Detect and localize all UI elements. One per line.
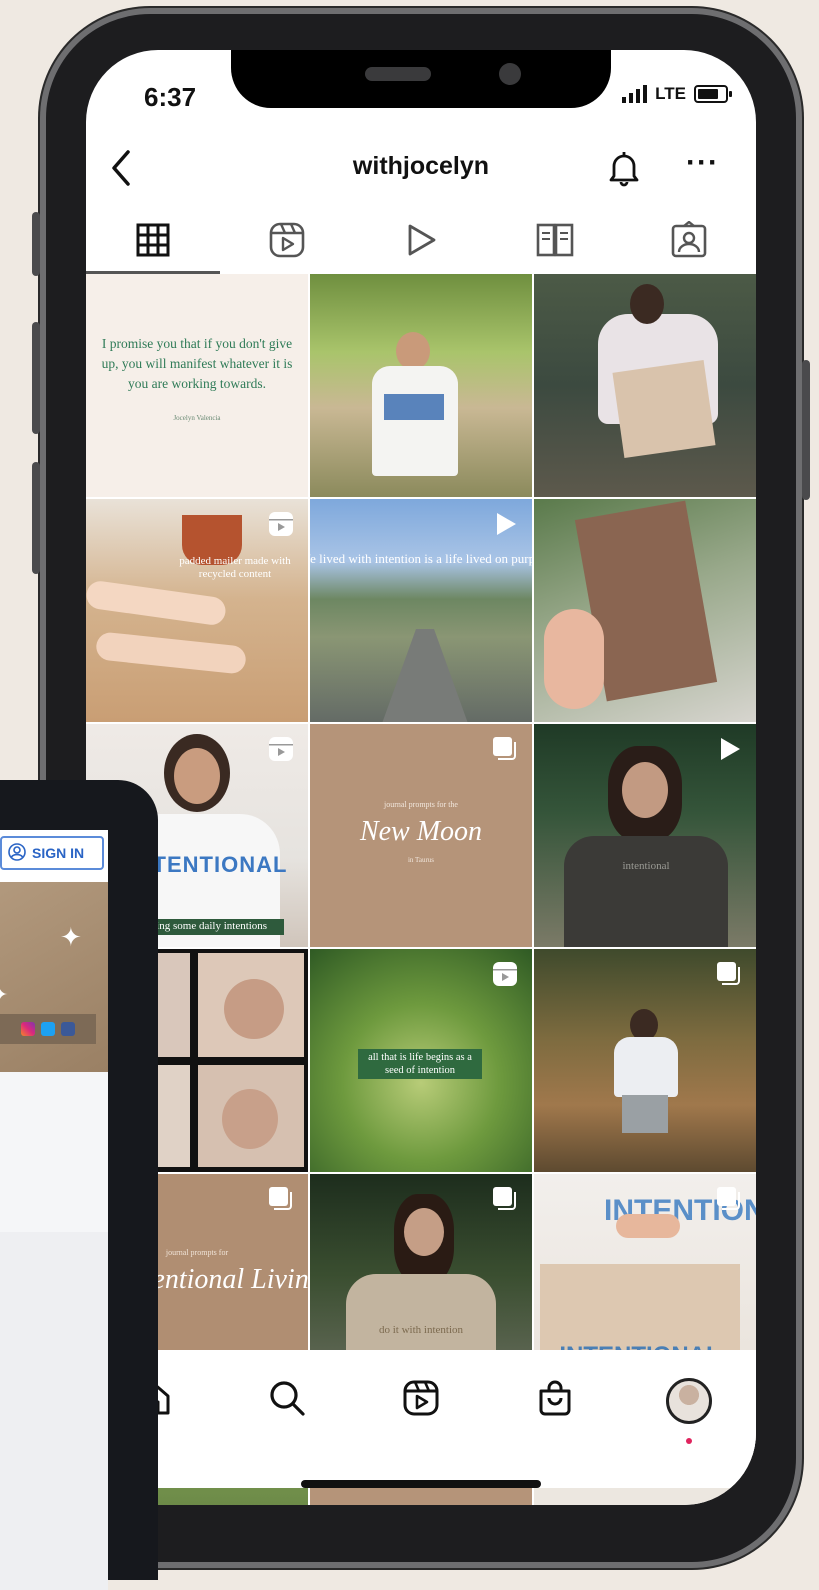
reels-icon <box>401 1378 441 1423</box>
post-tile[interactable] <box>534 949 756 1172</box>
power-button <box>802 360 810 500</box>
tab-videos[interactable] <box>354 210 488 274</box>
tablet-content-area <box>0 1072 108 1232</box>
tab-posts[interactable] <box>86 210 220 274</box>
mute-switch <box>32 212 40 276</box>
post-tile[interactable] <box>534 274 756 497</box>
facebook-icon[interactable] <box>61 1022 75 1036</box>
network-label: LTE <box>655 84 686 103</box>
phone-notch <box>231 50 611 108</box>
post-title: New Moon <box>359 816 483 847</box>
status-time: 6:37 <box>144 82 197 112</box>
profile-notification-dot <box>686 1438 692 1444</box>
carousel-overlay-icon <box>716 961 742 992</box>
grid-icon <box>135 222 171 263</box>
post-tile[interactable] <box>534 499 756 722</box>
post-quote-author: Jocelyn Valencia <box>173 414 221 422</box>
reel-overlay-icon <box>492 961 518 992</box>
reel-overlay-icon <box>268 511 294 542</box>
carousel-overlay-icon <box>716 1186 742 1217</box>
profile-tabs <box>86 210 756 274</box>
sparkle-icon: ✦ <box>0 982 8 1008</box>
front-camera <box>499 63 521 85</box>
bottom-navigation <box>86 1350 756 1488</box>
profile-username: withjocelyn <box>352 152 490 180</box>
more-options-icon[interactable]: ··· <box>686 146 719 180</box>
tab-reels[interactable] <box>220 210 354 274</box>
home-indicator <box>301 1480 541 1488</box>
post-shirt-text: do it with intention <box>378 1324 464 1336</box>
nav-search[interactable] <box>220 1378 354 1423</box>
post-tile[interactable]: all that is life begins as a seed of int… <box>310 949 532 1172</box>
shopping-bag-icon <box>535 1378 575 1423</box>
twitter-icon[interactable] <box>41 1022 55 1036</box>
video-overlay-icon <box>718 736 742 767</box>
user-circle-icon <box>8 842 26 864</box>
posts-grid: I promise you that if you don't give up,… <box>86 274 756 1505</box>
post-tile[interactable]: journal prompts for the New Moon in Taur… <box>310 724 532 947</box>
phone-screen: 6:37 LTE withjocelyn ··· I promise you t… <box>86 50 756 1505</box>
sign-in-button[interactable]: SIGN IN <box>0 836 104 870</box>
reel-overlay-icon <box>268 736 294 767</box>
play-icon <box>404 222 438 263</box>
notifications-bell-icon[interactable] <box>606 148 642 193</box>
search-icon <box>267 1378 307 1423</box>
post-tile[interactable]: I promise you that if you don't give up,… <box>86 274 308 497</box>
nav-shop[interactable] <box>488 1378 622 1423</box>
speaker-grille <box>365 67 431 81</box>
post-caption: padded mailer made with recycled content <box>179 555 291 580</box>
carousel-overlay-icon <box>268 1186 294 1217</box>
guide-icon <box>535 222 575 263</box>
volume-down-button <box>32 462 40 574</box>
post-tile[interactable]: padded mailer made with recycled content <box>86 499 308 722</box>
volume-up-button <box>32 322 40 434</box>
tablet-banner: ✦ ✦ <box>0 882 108 1072</box>
signal-icon <box>622 85 648 103</box>
video-overlay-icon <box>494 511 518 542</box>
tab-tagged[interactable] <box>622 210 756 274</box>
carousel-overlay-icon <box>492 736 518 767</box>
instagram-icon[interactable] <box>21 1022 35 1036</box>
post-caption: all that is life begins as a seed of int… <box>368 1052 472 1076</box>
sign-in-label: SIGN IN <box>32 845 85 861</box>
tablet-device: SIGN IN ✦ ✦ <box>0 780 158 1590</box>
post-caption: a life lived with intention is a life li… <box>310 551 532 566</box>
battery-icon <box>694 85 732 103</box>
reels-icon <box>268 221 306 264</box>
post-shirt-text: intentional <box>622 860 670 872</box>
post-tile[interactable]: intentional <box>534 724 756 947</box>
post-line: journal prompts for the <box>384 800 458 809</box>
post-quote: I promise you that if you don't give up,… <box>101 336 293 391</box>
social-links <box>0 1014 96 1044</box>
post-tile[interactable] <box>310 274 532 497</box>
status-icons: LTE <box>622 84 732 104</box>
tablet-screen: SIGN IN ✦ ✦ <box>0 830 108 1590</box>
post-tile[interactable]: a life lived with intention is a life li… <box>310 499 532 722</box>
tablet-content-area-lower <box>0 1232 108 1590</box>
tab-guides[interactable] <box>488 210 622 274</box>
post-line: in Taurus <box>407 856 435 864</box>
carousel-overlay-icon <box>492 1186 518 1217</box>
profile-header: withjocelyn ··· <box>86 140 756 200</box>
sparkle-icon: ✦ <box>60 922 82 952</box>
avatar <box>666 1378 712 1424</box>
tagged-icon <box>670 219 708 264</box>
nav-reels[interactable] <box>354 1378 488 1423</box>
nav-profile[interactable] <box>622 1378 756 1444</box>
